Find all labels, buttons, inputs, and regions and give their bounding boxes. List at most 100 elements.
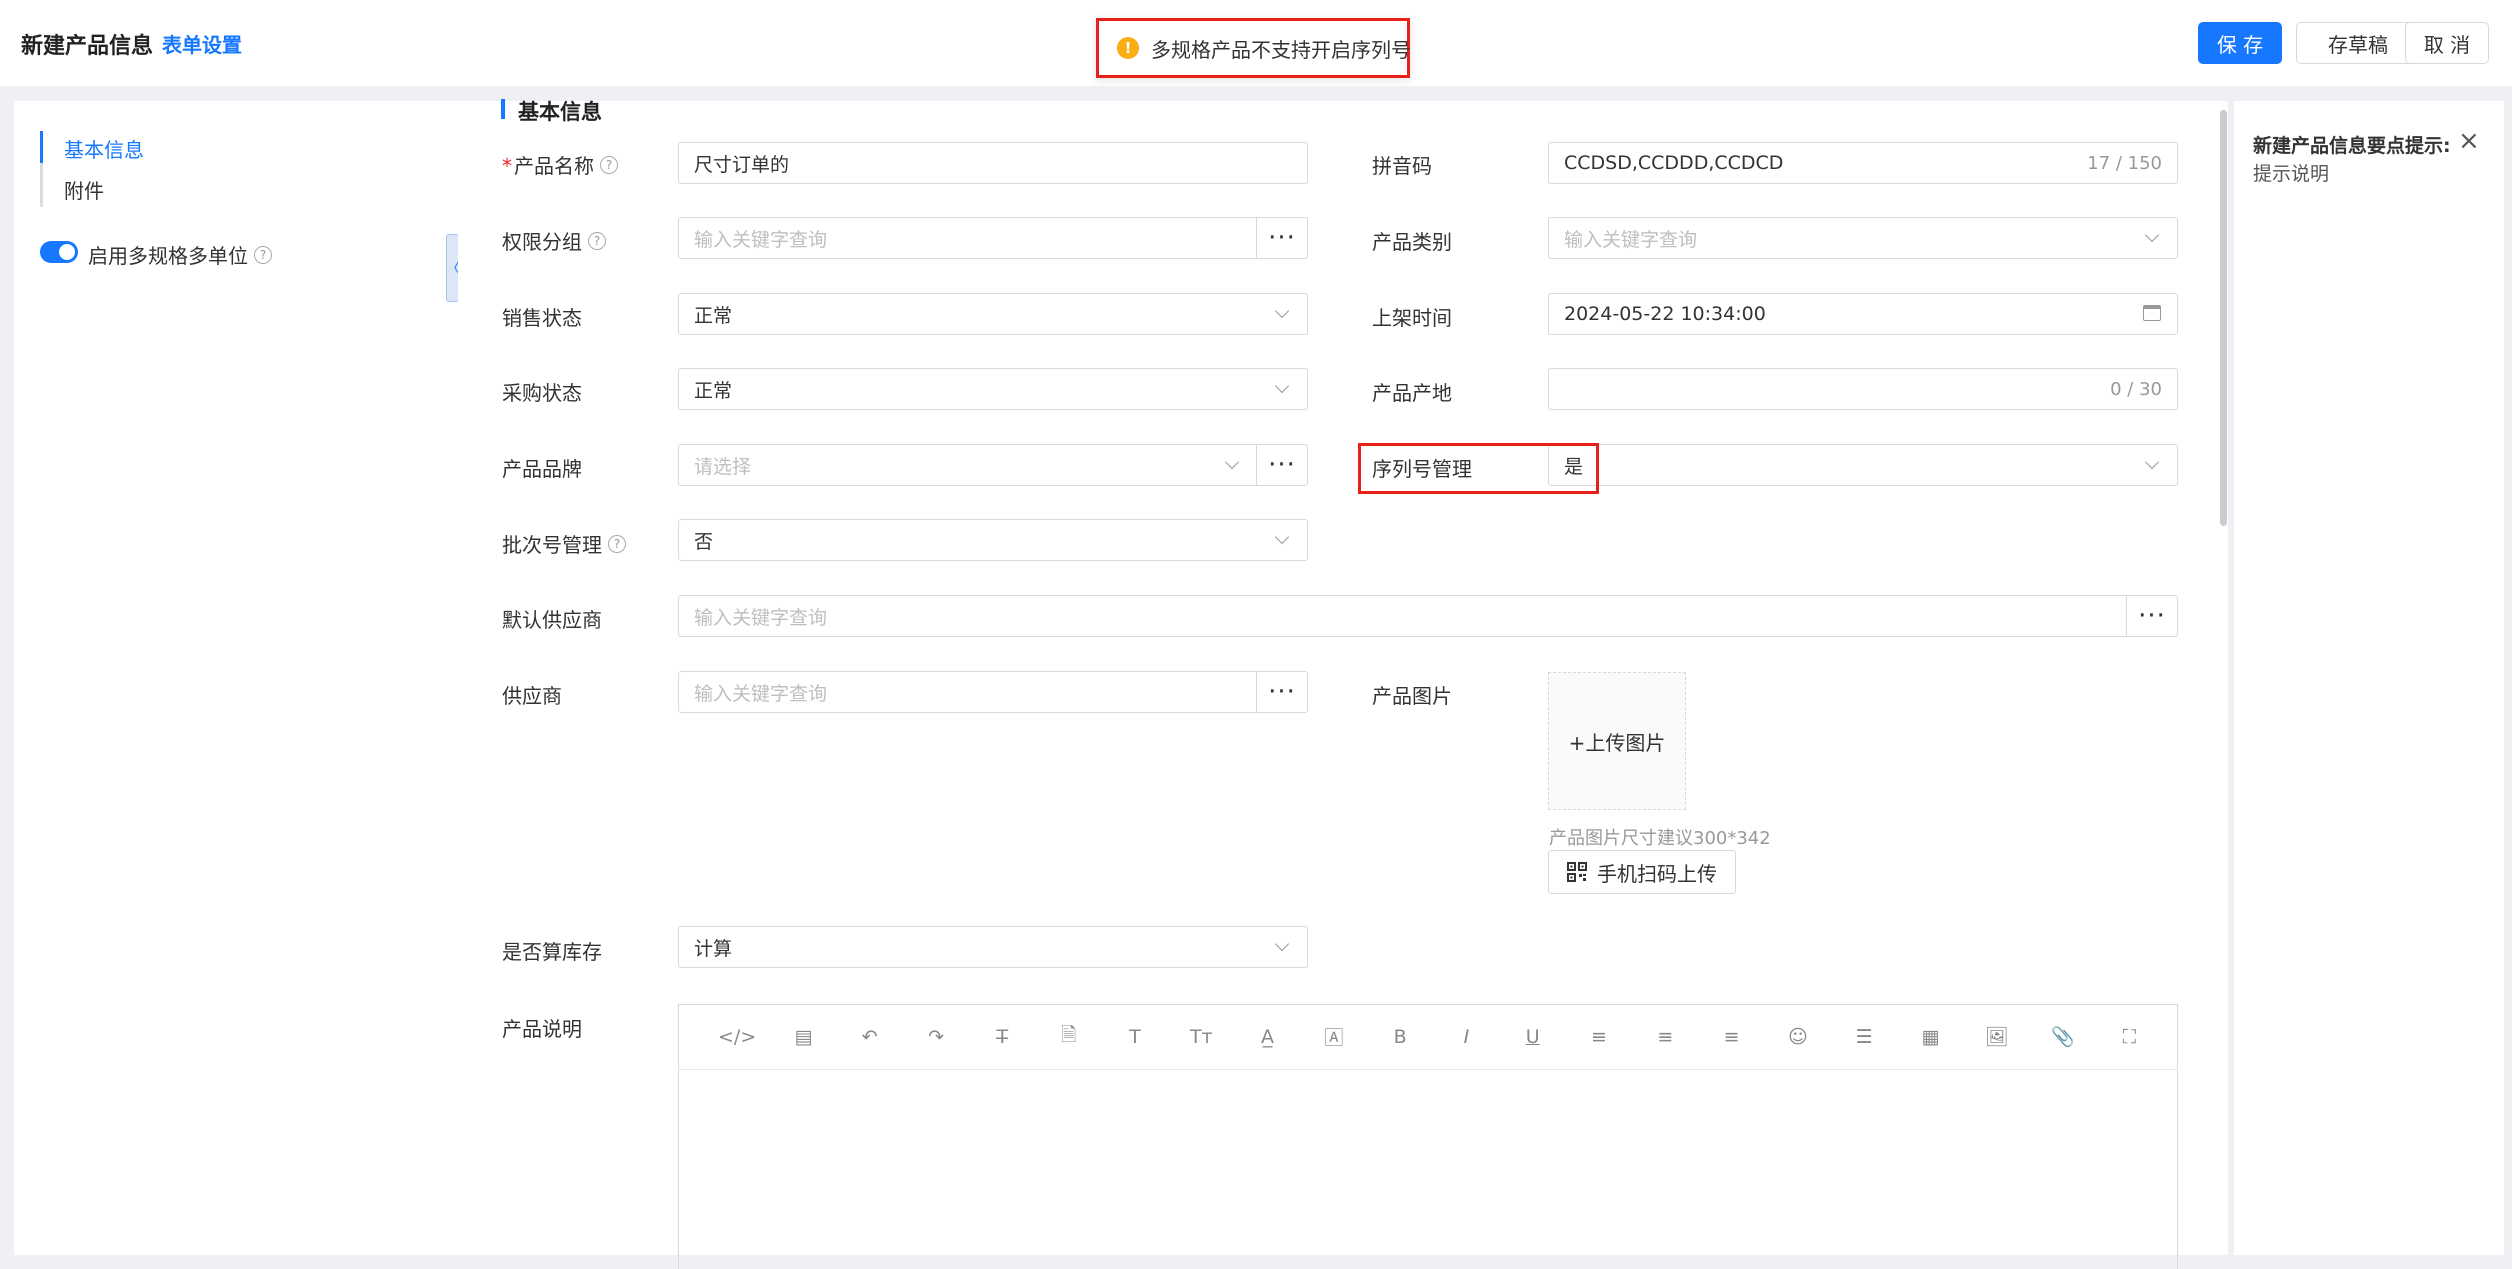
tips-title: 新建产品信息要点提示: xyxy=(2253,135,2451,157)
count-stock-select[interactable]: 计算 xyxy=(678,926,1308,968)
sales-status-label: 销售状态 xyxy=(502,306,582,330)
underline-icon[interactable]: U xyxy=(1500,1026,1566,1048)
permission-group-placeholder: 输入关键字查询 xyxy=(694,228,828,251)
product-name-value: 尺寸订单的 xyxy=(694,153,790,176)
align-left-icon[interactable]: ≡ xyxy=(1566,1026,1632,1048)
nav-item-basic-info[interactable]: 基本信息 xyxy=(64,134,144,163)
product-name-label-text: 产品名称 xyxy=(514,154,594,178)
origin-char-count: 0 / 30 xyxy=(2110,378,2162,400)
chevron-down-icon xyxy=(1274,529,1290,545)
chevron-down-icon xyxy=(1224,454,1240,470)
image-icon[interactable]: 🖼 xyxy=(1964,1025,2030,1048)
help-icon[interactable]: ? xyxy=(600,155,618,174)
more-options-button[interactable]: ··· xyxy=(1256,672,1307,712)
warning-toast: ! 多规格产品不支持开启序列号 xyxy=(1096,18,1411,78)
purchase-status-label: 采购状态 xyxy=(502,381,582,405)
multi-spec-toggle-label: 启用多规格多单位 ? xyxy=(88,240,272,269)
permission-group-label: 权限分组 ? xyxy=(502,226,606,255)
chevron-down-icon xyxy=(1274,936,1290,952)
attachment-icon[interactable]: 📎 xyxy=(2030,1025,2096,1048)
product-name-label: * 产品名称 ? xyxy=(502,150,618,179)
serial-mgmt-select[interactable]: 是 xyxy=(1548,444,2178,486)
warning-icon: ! xyxy=(1117,37,1139,59)
chevron-down-icon xyxy=(1274,378,1290,394)
purchase-status-select[interactable]: 正常 xyxy=(678,368,1308,410)
chevron-down-icon xyxy=(2144,227,2160,243)
template-icon[interactable]: ▤ xyxy=(770,1026,836,1048)
toggle-knob xyxy=(59,244,75,260)
batch-mgmt-label-text: 批次号管理 xyxy=(502,533,602,557)
cancel-button[interactable]: 取 消 xyxy=(2405,22,2489,64)
code-view-icon[interactable]: </> xyxy=(704,1026,770,1048)
sales-status-select[interactable]: 正常 xyxy=(678,293,1308,335)
pinyin-value: CCDSD,CCDDD,CCDCD xyxy=(1564,152,1784,174)
undo-icon[interactable]: ↶ xyxy=(837,1026,903,1048)
strikethrough-icon[interactable]: T̶ xyxy=(969,1026,1035,1048)
emoji-icon[interactable]: ☺ xyxy=(1765,1026,1831,1048)
category-select[interactable]: 输入关键字查询 xyxy=(1548,217,2178,259)
image-size-hint: 产品图片尺寸建议300*342 xyxy=(1549,828,1771,849)
redo-icon[interactable]: ↷ xyxy=(903,1026,969,1048)
italic-icon[interactable]: I xyxy=(1433,1026,1499,1048)
more-options-button[interactable]: ··· xyxy=(1256,218,1307,258)
calendar-icon xyxy=(2143,305,2161,321)
horizontal-rule-icon[interactable]: ☰ xyxy=(1831,1026,1897,1048)
shelf-time-label: 上架时间 xyxy=(1372,306,1452,330)
align-center-icon[interactable]: ≡ xyxy=(1632,1026,1698,1048)
pinyin-label: 拼音码 xyxy=(1372,154,1432,178)
bold-icon[interactable]: B xyxy=(1367,1026,1433,1048)
sales-status-value: 正常 xyxy=(694,304,733,327)
pinyin-input[interactable]: CCDSD,CCDDD,CCDCD 17 / 150 xyxy=(1548,142,2178,184)
origin-label: 产品产地 xyxy=(1372,381,1452,405)
product-name-input[interactable]: 尺寸订单的 xyxy=(678,142,1308,184)
scan-upload-label: 手机扫码上传 xyxy=(1597,861,1717,886)
close-icon[interactable]: × xyxy=(2458,126,2480,156)
fullscreen-icon[interactable]: ⛶ xyxy=(2096,1026,2162,1048)
batch-mgmt-value: 否 xyxy=(694,530,714,553)
permission-group-label-text: 权限分组 xyxy=(502,230,582,254)
permission-group-input[interactable]: 输入关键字查询 ··· xyxy=(678,217,1308,259)
save-button[interactable]: 保 存 xyxy=(2198,22,2282,64)
document-icon[interactable]: 🗎 xyxy=(1035,1021,1101,1053)
count-stock-label: 是否算库存 xyxy=(502,940,602,964)
help-icon[interactable]: ? xyxy=(608,534,626,553)
table-icon[interactable]: ▦ xyxy=(1897,1026,1963,1048)
chevron-down-icon xyxy=(2144,454,2160,470)
more-options-button[interactable]: ··· xyxy=(2126,596,2177,636)
background-color-icon[interactable]: 🄰 xyxy=(1301,1023,1367,1050)
left-nav-panel xyxy=(14,101,458,1255)
required-mark: * xyxy=(502,154,512,178)
scan-upload-button[interactable]: 手机扫码上传 xyxy=(1548,850,1736,894)
form-settings-link[interactable]: 表单设置 xyxy=(162,29,242,58)
nav-active-indicator xyxy=(40,131,43,163)
origin-input[interactable]: 0 / 30 xyxy=(1548,368,2178,410)
main-scrollbar-thumb[interactable] xyxy=(2220,110,2227,526)
batch-mgmt-label: 批次号管理 ? xyxy=(502,529,626,558)
editor-toolbar: </> ▤ ↶ ↷ T̶ 🗎 T Tт A̲ 🄰 B I U ≡ ≡ ≡ ☺ ☰… xyxy=(678,1004,2178,1070)
more-options-button[interactable]: ··· xyxy=(1256,445,1307,485)
help-icon[interactable]: ? xyxy=(588,231,606,250)
save-draft-button[interactable]: 存草稿 xyxy=(2296,22,2420,64)
help-icon[interactable]: ? xyxy=(254,245,272,264)
qr-code-icon xyxy=(1567,862,1587,882)
supplier-label: 供应商 xyxy=(502,684,562,708)
count-stock-value: 计算 xyxy=(694,937,733,960)
section-accent-bar xyxy=(501,99,505,119)
default-supplier-input[interactable]: 输入关键字查询 ··· xyxy=(678,595,2178,637)
batch-mgmt-select[interactable]: 否 xyxy=(678,519,1308,561)
supplier-placeholder: 输入关键字查询 xyxy=(694,682,828,705)
brand-select[interactable]: 请选择 ··· xyxy=(678,444,1308,486)
font-color-icon[interactable]: A̲ xyxy=(1234,1026,1300,1048)
nav-item-attachments[interactable]: 附件 xyxy=(64,175,104,204)
shelf-time-picker[interactable]: 2024-05-22 10:34:00 xyxy=(1548,293,2178,335)
align-right-icon[interactable]: ≡ xyxy=(1698,1026,1764,1048)
supplier-input[interactable]: 输入关键字查询 ··· xyxy=(678,671,1308,713)
chevron-down-icon xyxy=(1274,303,1290,319)
upload-image-button[interactable]: +上传图片 xyxy=(1548,672,1686,810)
highlight-box xyxy=(1358,443,1599,494)
default-supplier-placeholder: 输入关键字查询 xyxy=(694,606,828,629)
font-size-icon[interactable]: Tт xyxy=(1168,1026,1234,1048)
multi-spec-toggle[interactable] xyxy=(40,241,78,263)
heading-icon[interactable]: T xyxy=(1102,1026,1168,1048)
toast-message: 多规格产品不支持开启序列号 xyxy=(1151,37,1411,62)
